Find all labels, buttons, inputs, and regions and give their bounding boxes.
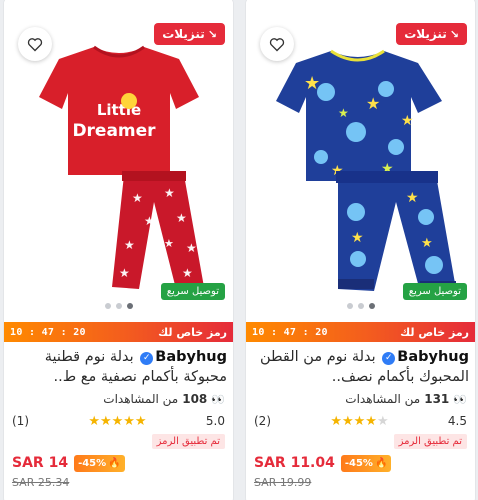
sale-badge-label: تنزيلات — [162, 27, 205, 41]
eyes-icon: 👀 — [211, 392, 225, 406]
wishlist-button[interactable] — [260, 27, 294, 61]
arrow-down-icon: ↘ — [207, 27, 217, 41]
sale-badge: تنزيلات ↘ — [154, 23, 225, 45]
svg-text:★: ★ — [132, 191, 143, 205]
product-card[interactable]: ★★ ★★ ★★ ★★★ تنزيلات ↘ توصيل سريع — [245, 0, 476, 500]
product-title[interactable]: Babyhug✓ بدلة نوم قطنية محبوكة بأكمام نص… — [10, 347, 227, 387]
sale-badge: تنزيلات ↘ — [396, 23, 467, 45]
product-title[interactable]: Babyhug✓ بدلة نوم من القطن المحبوك بأكما… — [252, 347, 469, 387]
svg-text:★: ★ — [366, 94, 380, 113]
flame-icon: 🔥 — [374, 457, 388, 469]
price: SAR 14 — [12, 455, 69, 471]
star-rating: ★★★★★ — [330, 413, 389, 429]
views-label: من المشاهدات — [103, 392, 179, 406]
svg-text:★: ★ — [304, 73, 320, 94]
old-price: SAR 25.34 — [12, 476, 70, 489]
wishlist-button[interactable] — [18, 27, 52, 61]
views-number: 108 — [182, 392, 208, 406]
check-badge-icon: ✓ — [140, 352, 154, 365]
review-count: (2) — [254, 414, 271, 428]
countdown-timer: 10 : 47 : 20 — [252, 326, 328, 338]
discount-label: -45% — [344, 457, 373, 469]
views-count: 👀 108 من المشاهدات — [103, 392, 225, 406]
brand-name: Babyhug — [155, 349, 227, 365]
heart-icon — [269, 37, 285, 51]
discount-badge: -45% 🔥 — [340, 454, 392, 472]
shirt-print-line2: Dreamer — [72, 121, 156, 141]
svg-text:★: ★ — [176, 211, 187, 225]
flame-icon: 🔥 — [108, 457, 121, 469]
svg-text:★: ★ — [124, 238, 135, 252]
svg-text:★: ★ — [182, 266, 193, 280]
arrow-down-icon: ↘ — [449, 27, 459, 41]
carousel-dot-active[interactable] — [126, 303, 133, 309]
svg-text:★: ★ — [351, 230, 364, 246]
price-row: SAR 14 -45% 🔥 — [12, 452, 225, 474]
fast-delivery-badge: توصيل سريع — [160, 283, 225, 300]
views-number: 131 — [424, 392, 450, 406]
rating-row: (1) ★★★★★ 5.0 — [12, 412, 225, 430]
svg-text:★: ★ — [338, 106, 349, 120]
coupon-applied-tag: تم تطبيق الرمز — [151, 434, 225, 449]
views-label: من المشاهدات — [345, 392, 421, 406]
rating-row: (2) ★★★★★ 4.5 — [254, 412, 467, 430]
svg-text:★: ★ — [164, 186, 175, 200]
svg-text:★: ★ — [406, 190, 419, 206]
promo-banner: 10 : 47 : 20 رمز خاص لك — [4, 322, 233, 342]
rating-value: 5.0 — [205, 414, 225, 428]
countdown-timer: 10 : 47 : 20 — [10, 326, 86, 338]
check-badge-icon: ✓ — [382, 352, 396, 365]
price: SAR 11.04 — [254, 455, 335, 471]
coupon-applied-tag: تم تطبيق الرمز — [393, 434, 467, 449]
carousel-dot[interactable] — [115, 303, 122, 309]
views-count: 👀 131 من المشاهدات — [345, 392, 467, 406]
old-price: SAR 19.99 — [254, 476, 312, 489]
fast-delivery-badge: توصيل سريع — [402, 283, 467, 300]
promo-label: رمز خاص لك — [400, 325, 469, 339]
review-count: (1) — [12, 414, 29, 428]
discount-badge: -45% 🔥 — [74, 454, 125, 472]
svg-text:★: ★ — [421, 236, 433, 251]
svg-text:★: ★ — [186, 241, 197, 255]
sale-badge-label: تنزيلات — [404, 27, 447, 41]
svg-text:★: ★ — [401, 113, 414, 129]
price-row: SAR 11.04 -45% 🔥 — [254, 452, 467, 474]
image-carousel-dots[interactable] — [346, 303, 375, 309]
product-card[interactable]: Little Dreamer ★ ★ ★ ★ ★ ★ ★ ★ ★ تنزيلات ↘ ت… — [3, 0, 234, 500]
carousel-dot[interactable] — [346, 303, 353, 309]
rating-value: 4.5 — [447, 414, 467, 428]
carousel-dot[interactable] — [357, 303, 364, 309]
carousel-dot[interactable] — [104, 303, 111, 309]
svg-text:★: ★ — [164, 237, 174, 250]
star-rating: ★★★★★ — [88, 413, 147, 429]
promo-label: رمز خاص لك — [158, 325, 227, 339]
brand-name: Babyhug — [397, 349, 469, 365]
eyes-icon: 👀 — [453, 392, 467, 406]
carousel-dot-active[interactable] — [368, 303, 375, 309]
discount-label: -45% — [78, 457, 107, 469]
image-carousel-dots[interactable] — [104, 303, 133, 309]
promo-banner: 10 : 47 : 20 رمز خاص لك — [246, 322, 475, 342]
svg-text:★: ★ — [144, 214, 155, 228]
svg-text:★: ★ — [119, 266, 130, 280]
heart-icon — [27, 37, 43, 51]
